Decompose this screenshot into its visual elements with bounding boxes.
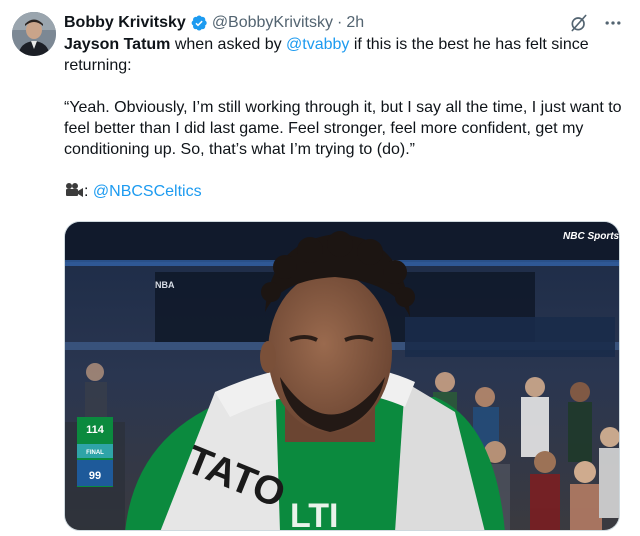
tweet-intro: Jayson Tatum when asked by @tvabby if th…: [64, 34, 624, 76]
jersey-lettering: LTI: [290, 497, 338, 531]
intro-mid-text: when asked by: [170, 36, 287, 53]
author-display-name[interactable]: Bobby Krivitsky: [64, 12, 186, 34]
tweet-quote: “Yeah. Obviously, I’m still working thro…: [64, 99, 622, 158]
tweet-credit: : @NBCSCeltics: [64, 181, 624, 204]
tweet-text: Jayson Tatum when asked by @tvabby if th…: [64, 34, 624, 204]
subject-name: Jayson Tatum: [64, 36, 171, 53]
network-logo: NBC Sports BOSTON: [563, 231, 620, 242]
video-camera-icon: [64, 182, 84, 204]
tweet-header: Bobby Krivitsky @BobbyKrivitsky · 2h: [64, 12, 624, 34]
arena-banner-text: NBA: [155, 280, 175, 290]
header-separator: ·: [336, 14, 343, 31]
score-away: 99: [89, 470, 101, 482]
credit-mention-link[interactable]: @NBCSCeltics: [93, 183, 202, 200]
author-handle[interactable]: @BobbyKrivitsky: [212, 12, 333, 34]
more-icon[interactable]: [602, 12, 624, 34]
tweet-content: Bobby Krivitsky @BobbyKrivitsky · 2h Jay…: [64, 12, 624, 204]
score-status: FINAL: [86, 450, 104, 456]
score-bug: 114 FINAL 99: [77, 417, 113, 487]
avatar[interactable]: [12, 12, 56, 56]
tweet-actions: [568, 12, 624, 34]
tweet-video[interactable]: NBC Sports BOSTON NBA TATO LTI: [64, 221, 620, 531]
credit-colon: :: [84, 183, 89, 200]
verified-badge-icon: [190, 14, 208, 32]
tweet-card: Bobby Krivitsky @BobbyKrivitsky · 2h Jay…: [0, 0, 640, 536]
tweet-timestamp[interactable]: 2h: [346, 12, 364, 34]
score-home: 114: [86, 424, 105, 436]
mention-link[interactable]: @tvabby: [286, 36, 349, 53]
grok-icon[interactable]: [568, 12, 590, 34]
